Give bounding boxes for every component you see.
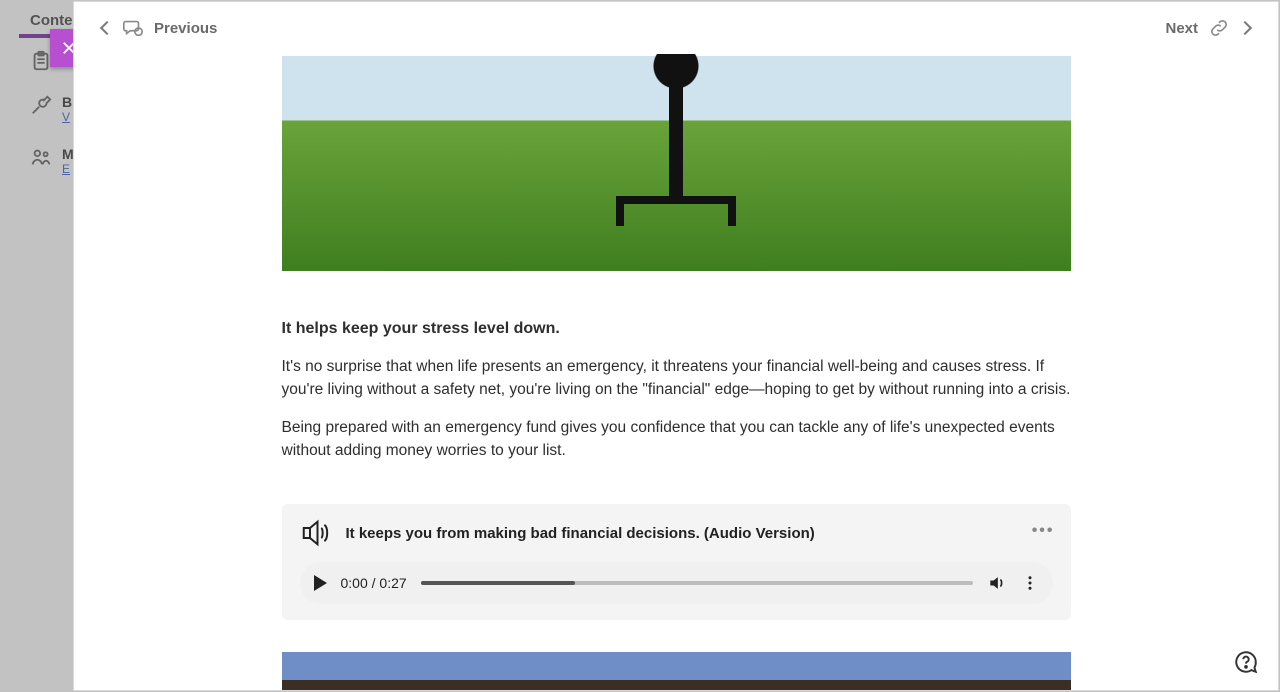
audio-header: It keeps you from making bad financial d… (300, 518, 1053, 548)
chevron-right-icon (1238, 21, 1252, 35)
audio-player: 0:00 / 0:27 (300, 562, 1053, 604)
panel-header: Previous Next (74, 2, 1278, 54)
audio-time: 0:00 / 0:27 (341, 575, 407, 591)
discussion-icon (122, 17, 144, 39)
previous-label: Previous (154, 20, 217, 37)
audio-more-button[interactable]: ••• (1032, 522, 1055, 540)
audio-title: It keeps you from making bad financial d… (346, 525, 815, 542)
audio-kebab-button[interactable] (1021, 574, 1039, 592)
previous-button[interactable]: Previous (102, 17, 217, 39)
lower-image (282, 652, 1071, 690)
audio-card: It keeps you from making bad financial d… (282, 504, 1071, 620)
article-text: It helps keep your stress level down. It… (282, 317, 1071, 462)
content-panel: Previous Next It helps keep your stress … (73, 1, 1279, 691)
help-button[interactable] (1232, 648, 1260, 676)
panel-body: It helps keep your stress level down. It… (74, 54, 1278, 690)
speaker-icon (300, 518, 330, 548)
paragraph-2: Being prepared with an emergency fund gi… (282, 417, 1071, 462)
chevron-left-icon (100, 21, 114, 35)
audio-seek-track[interactable] (421, 581, 973, 585)
next-button[interactable]: Next (1165, 17, 1250, 39)
article: It helps keep your stress level down. It… (282, 56, 1071, 690)
play-button[interactable] (314, 575, 327, 591)
hero-image (282, 56, 1071, 271)
volume-button[interactable] (987, 573, 1007, 593)
link-icon (1208, 17, 1230, 39)
paragraph-1: It's no surprise that when life presents… (282, 356, 1071, 401)
lead-paragraph: It helps keep your stress level down. (282, 317, 1071, 340)
next-label: Next (1165, 20, 1198, 37)
